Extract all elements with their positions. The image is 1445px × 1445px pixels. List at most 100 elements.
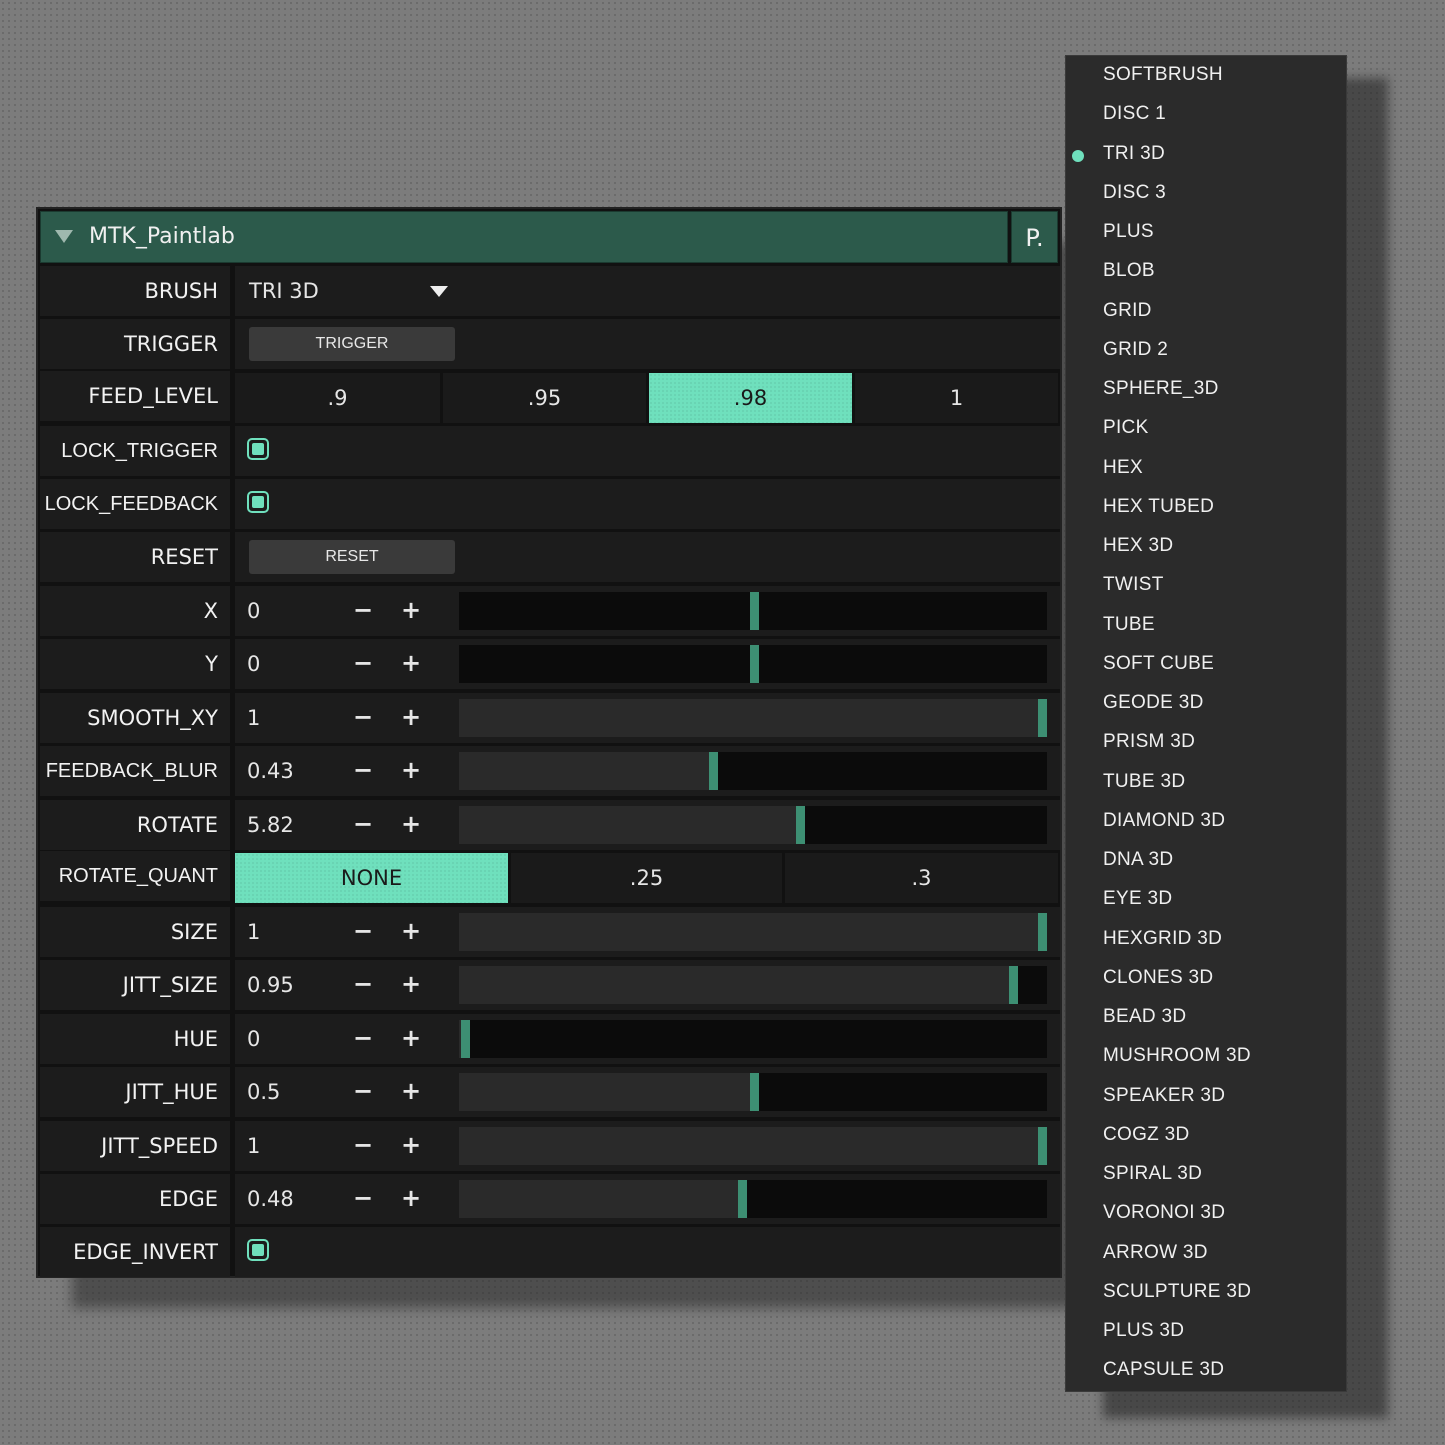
brush-menu-item[interactable]: GEODE 3D: [1066, 692, 1346, 722]
jitt-speed-decrement-button[interactable]: −: [353, 1121, 373, 1169]
jitt-hue-slider[interactable]: [459, 1073, 1047, 1111]
brush-menu-item[interactable]: HEX TUBED: [1066, 496, 1346, 526]
slider-handle[interactable]: [750, 1073, 759, 1111]
brush-menu-item[interactable]: VORONOI 3D: [1066, 1202, 1346, 1232]
slider-handle[interactable]: [1038, 699, 1047, 737]
slider-handle[interactable]: [1038, 1127, 1047, 1165]
trigger-button[interactable]: TRIGGER: [249, 327, 455, 361]
brush-menu-item[interactable]: MUSHROOM 3D: [1066, 1045, 1346, 1075]
feed-level-option[interactable]: .9: [235, 373, 440, 423]
brush-menu-item[interactable]: DNA 3D: [1066, 849, 1346, 879]
brush-menu-item[interactable]: ARROW 3D: [1066, 1242, 1346, 1272]
rotate-slider[interactable]: [459, 806, 1047, 844]
jitt-hue-decrement-button[interactable]: −: [353, 1067, 373, 1115]
brush-menu-item[interactable]: SOFTBRUSH: [1066, 64, 1346, 94]
feed-level-option[interactable]: .95: [443, 373, 646, 423]
brush-menu-item[interactable]: HEXGRID 3D: [1066, 928, 1346, 958]
brush-menu-item[interactable]: PLUS: [1066, 221, 1346, 251]
brush-menu-item[interactable]: COGZ 3D: [1066, 1124, 1346, 1154]
jitt-size-decrement-button[interactable]: −: [353, 960, 373, 1008]
jitt-hue-increment-button[interactable]: +: [401, 1067, 421, 1115]
brush-menu-item[interactable]: HEX 3D: [1066, 535, 1346, 565]
smooth-xy-increment-button[interactable]: +: [401, 693, 421, 741]
slider-handle[interactable]: [750, 645, 759, 683]
jitt-size-slider[interactable]: [459, 966, 1047, 1004]
brush-menu-item[interactable]: SPHERE_3D: [1066, 378, 1346, 408]
edge-increment-button[interactable]: +: [401, 1174, 421, 1222]
brush-menu-item[interactable]: SCULPTURE 3D: [1066, 1281, 1346, 1311]
brush-menu-item[interactable]: GRID: [1066, 300, 1346, 330]
slider-handle[interactable]: [461, 1020, 470, 1058]
smooth-xy-decrement-button[interactable]: −: [353, 693, 373, 741]
hue-increment-button[interactable]: +: [401, 1014, 421, 1062]
smooth-xy-slider[interactable]: [459, 699, 1047, 737]
hue-value[interactable]: 0: [247, 1014, 260, 1064]
feedback-blur-slider[interactable]: [459, 752, 1047, 790]
size-slider[interactable]: [459, 913, 1047, 951]
size-decrement-button[interactable]: −: [353, 907, 373, 955]
slider-handle[interactable]: [750, 592, 759, 630]
y-increment-button[interactable]: +: [401, 639, 421, 687]
preset-button[interactable]: P.: [1011, 211, 1058, 263]
size-increment-button[interactable]: +: [401, 907, 421, 955]
x-slider[interactable]: [459, 592, 1047, 630]
y-slider[interactable]: [459, 645, 1047, 683]
collapse-triangle-icon[interactable]: [55, 230, 73, 243]
brush-menu-item[interactable]: TWIST: [1066, 574, 1346, 604]
jitt-size-increment-button[interactable]: +: [401, 960, 421, 1008]
size-value[interactable]: 1: [247, 907, 260, 957]
smooth-xy-value[interactable]: 1: [247, 693, 260, 743]
brush-menu-item[interactable]: EYE 3D: [1066, 888, 1346, 918]
slider-handle[interactable]: [1038, 913, 1047, 951]
jitt-size-value[interactable]: 0.95: [247, 960, 294, 1010]
x-increment-button[interactable]: +: [401, 586, 421, 634]
slider-handle[interactable]: [796, 806, 805, 844]
rotate-quant-option-selected[interactable]: NONE: [235, 853, 508, 903]
reset-button[interactable]: RESET: [249, 540, 455, 574]
x-decrement-button[interactable]: −: [353, 586, 373, 634]
rotate-quant-option[interactable]: .3: [785, 853, 1058, 903]
brush-menu-item[interactable]: TUBE: [1066, 614, 1346, 644]
y-decrement-button[interactable]: −: [353, 639, 373, 687]
brush-menu-item[interactable]: PICK: [1066, 417, 1346, 447]
rotate-quant-option[interactable]: .25: [511, 853, 782, 903]
edge-decrement-button[interactable]: −: [353, 1174, 373, 1222]
brush-menu-item[interactable]: CAPSULE 3D: [1066, 1359, 1346, 1389]
slider-handle[interactable]: [738, 1180, 747, 1218]
brush-menu-item[interactable]: DISC 1: [1066, 103, 1346, 133]
edge-slider[interactable]: [459, 1180, 1047, 1218]
brush-menu-item[interactable]: DISC 3: [1066, 182, 1346, 212]
lock-trigger-checkbox[interactable]: [247, 438, 269, 460]
brush-dropdown[interactable]: TRI 3D: [235, 266, 1060, 316]
caret-down-icon[interactable]: [430, 286, 448, 297]
brush-menu-item[interactable]: SOFT CUBE: [1066, 653, 1346, 683]
feed-level-option-selected[interactable]: .98: [649, 373, 852, 423]
brush-menu-item[interactable]: BLOB: [1066, 260, 1346, 290]
brush-menu-item[interactable]: BEAD 3D: [1066, 1006, 1346, 1036]
slider-handle[interactable]: [709, 752, 718, 790]
hue-decrement-button[interactable]: −: [353, 1014, 373, 1062]
brush-menu-item[interactable]: GRID 2: [1066, 339, 1346, 369]
panel-title-bar[interactable]: MTK_Paintlab: [40, 211, 1008, 263]
jitt-speed-slider[interactable]: [459, 1127, 1047, 1165]
edge-invert-checkbox[interactable]: [247, 1239, 269, 1261]
rotate-increment-button[interactable]: +: [401, 800, 421, 848]
brush-menu-item[interactable]: DIAMOND 3D: [1066, 810, 1346, 840]
feedback-blur-increment-button[interactable]: +: [401, 746, 421, 794]
brush-menu-item[interactable]: TUBE 3D: [1066, 771, 1346, 801]
feed-level-option[interactable]: 1: [855, 373, 1058, 423]
brush-menu-item[interactable]: PLUS 3D: [1066, 1320, 1346, 1350]
jitt-hue-value[interactable]: 0.5: [247, 1067, 280, 1117]
feedback-blur-decrement-button[interactable]: −: [353, 746, 373, 794]
brush-menu-item[interactable]: SPEAKER 3D: [1066, 1085, 1346, 1115]
jitt-speed-increment-button[interactable]: +: [401, 1121, 421, 1169]
y-value[interactable]: 0: [247, 639, 260, 689]
rotate-value[interactable]: 5.82: [247, 800, 294, 850]
brush-menu-item[interactable]: PRISM 3D: [1066, 731, 1346, 761]
brush-menu-item[interactable]: CLONES 3D: [1066, 967, 1346, 997]
slider-handle[interactable]: [1009, 966, 1018, 1004]
x-value[interactable]: 0: [247, 586, 260, 636]
lock-feedback-checkbox[interactable]: [247, 491, 269, 513]
jitt-speed-value[interactable]: 1: [247, 1121, 260, 1171]
brush-menu-item[interactable]: TRI 3D: [1066, 143, 1346, 173]
